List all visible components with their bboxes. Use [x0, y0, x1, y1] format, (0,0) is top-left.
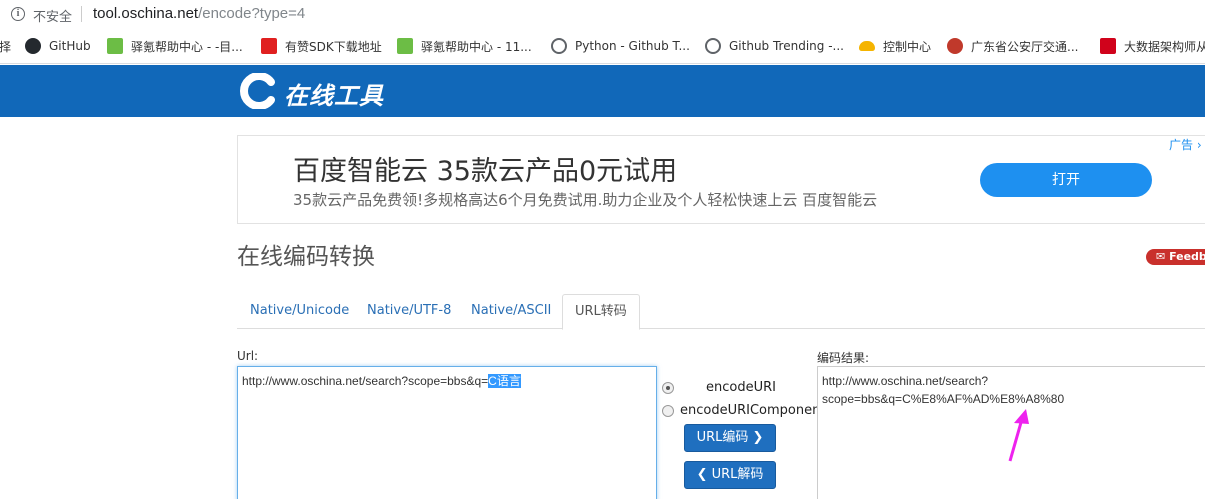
feedback-button[interactable]: ✉ Feedb — [1146, 249, 1205, 265]
url-path: /encode?type=4 — [198, 5, 306, 22]
bookmark-item[interactable]: 择 — [0, 28, 11, 64]
ad-tag[interactable]: 广告 › — [1169, 136, 1202, 153]
youzan-icon — [261, 38, 277, 54]
page-title: 在线编码转换 — [237, 244, 375, 270]
logo-text[interactable]: 在线工具 — [284, 76, 384, 111]
info-icon[interactable]: i — [11, 7, 25, 21]
radio-label: encodeURIComponent — [680, 403, 826, 418]
bookmarks-bar: 择 GitHub 驿氪帮助中心 - -目... 有赞SDK下载地址 驿氪帮助中心… — [0, 28, 1205, 64]
chevron-right-icon: ❯ — [752, 430, 764, 445]
globe-icon — [551, 38, 567, 54]
bookmark-item[interactable]: 大数据架构师从 — [1100, 28, 1205, 64]
radio-label: encodeURI — [706, 380, 776, 395]
yikr-icon — [107, 38, 123, 54]
yikr-icon — [397, 38, 413, 54]
result-label: 编码结果: — [817, 351, 870, 365]
bookmark-label: 大数据架构师从 — [1124, 39, 1205, 54]
bookmark-item[interactable]: 驿氪帮助中心 - 11... — [397, 28, 532, 64]
ad-title[interactable]: 百度智能云 35款云产品0元试用 — [293, 149, 677, 188]
bookmark-item[interactable]: Python - Github T... — [551, 28, 690, 64]
ad-description[interactable]: 35款云产品免费领!多规格高达6个月免费试用.助力企业及个人轻松快速上云 百度智… — [293, 189, 877, 210]
security-label[interactable]: 不安全 — [33, 6, 72, 25]
url-label: Url: — [237, 349, 259, 363]
feedback-label: Feedb — [1169, 250, 1205, 263]
chevron-right-icon: › — [1196, 138, 1202, 152]
ad-banner[interactable]: 百度智能云 35款云产品0元试用 35款云产品免费领!多规格高达6个月免费试用.… — [237, 135, 1205, 224]
ad-open-button[interactable]: 打开 — [980, 163, 1152, 197]
site-header: 在线工具 — [0, 65, 1205, 117]
tab-native-utf8[interactable]: Native/UTF-8 — [355, 294, 463, 329]
tab-native-unicode[interactable]: Native/Unicode — [238, 294, 361, 329]
bookmark-item[interactable]: 广东省公安厅交通... — [947, 28, 1078, 64]
encoding-tabs: Native/Unicode Native/UTF-8 Native/ASCII… — [237, 294, 1205, 330]
bookmark-item[interactable]: GitHub — [25, 28, 91, 64]
annotation-arrow-icon — [1008, 409, 1029, 462]
url-input-text: http://www.oschina.net/search?scope=bbs&… — [242, 374, 489, 388]
logo-icon[interactable] — [238, 73, 276, 109]
address-bar[interactable]: i 不安全 tool.oschina.net/encode?type=4 — [0, 0, 1205, 28]
github-icon — [25, 38, 41, 54]
bookmark-label: 有赞SDK下载地址 — [285, 39, 382, 54]
bookmark-label: 择 — [0, 39, 12, 54]
bookmark-label: 广东省公安厅交通... — [971, 39, 1079, 54]
bookmark-label: 驿氪帮助中心 - -目... — [131, 39, 243, 54]
radio-encodeuri[interactable]: encodeURI — [662, 380, 776, 395]
globe-icon — [705, 38, 721, 54]
radio-button-checked[interactable] — [662, 381, 674, 394]
mail-icon: ✉ — [1156, 250, 1166, 263]
url-text[interactable]: tool.oschina.net/encode?type=4 — [93, 5, 305, 22]
url-input-selection: C语言 — [488, 374, 521, 388]
bookmark-item[interactable]: 控制中心 — [859, 28, 931, 64]
radio-encodeuricomponent[interactable]: encodeURIComponent — [662, 403, 825, 418]
bookmark-label: 驿氪帮助中心 - 11... — [421, 39, 532, 54]
url-decode-button[interactable]: ❮ URL解码 — [684, 461, 776, 489]
bookmark-item[interactable]: 有赞SDK下载地址 — [261, 28, 382, 64]
bookmark-item[interactable]: 驿氪帮助中心 - -目... — [107, 28, 243, 64]
bookmark-label: Github Trending -... — [729, 39, 844, 53]
bookmark-label: 控制中心 — [883, 39, 932, 54]
bookmark-label: Python - Github T... — [575, 39, 690, 53]
police-badge-icon — [947, 38, 963, 54]
bookmark-item[interactable]: Github Trending -... — [705, 28, 844, 64]
bookmark-label: GitHub — [49, 39, 91, 53]
tab-url-encode[interactable]: URL转码 — [562, 294, 640, 330]
url-encode-button[interactable]: URL编码 ❯ — [684, 424, 776, 452]
url-decode-label: URL解码 — [711, 467, 764, 482]
cloud-icon — [859, 41, 875, 51]
tab-native-ascii[interactable]: Native/ASCII — [459, 294, 563, 329]
csdn-icon — [1100, 38, 1116, 54]
url-host: tool.oschina.net — [93, 5, 199, 22]
ad-tag-label: 广告 — [1169, 138, 1194, 152]
url-input[interactable]: http://www.oschina.net/search?scope=bbs&… — [237, 366, 657, 499]
url-encode-label: URL编码 — [696, 430, 749, 445]
chevron-left-icon: ❮ — [696, 467, 708, 482]
radio-button[interactable] — [662, 404, 674, 417]
address-divider — [81, 6, 82, 22]
